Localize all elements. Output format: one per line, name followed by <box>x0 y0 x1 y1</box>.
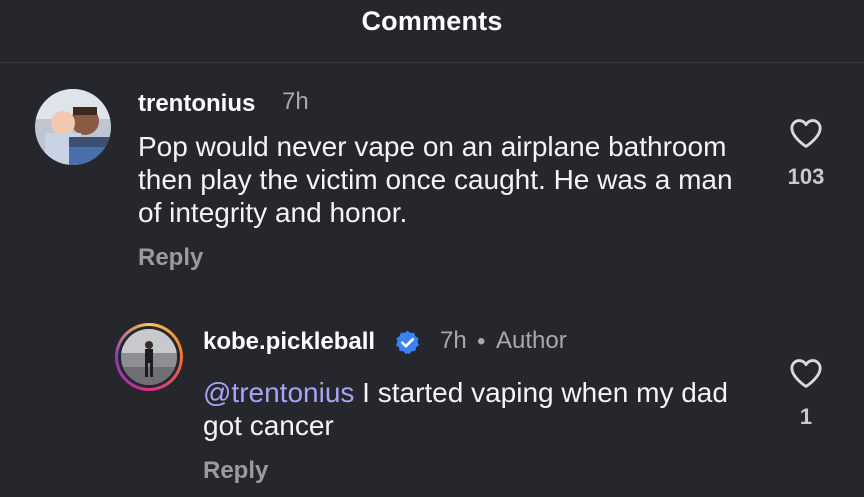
heart-outline-icon[interactable] <box>789 117 823 149</box>
comment-time: 7h <box>282 88 309 115</box>
avatar[interactable] <box>115 323 183 391</box>
avatar-photo-art <box>121 329 177 385</box>
avatar-photo <box>35 89 111 165</box>
heart-outline-icon[interactable] <box>789 357 823 389</box>
comment-username[interactable]: trentonius <box>138 90 255 118</box>
reply-button[interactable]: Reply <box>138 244 203 272</box>
comment-username[interactable]: kobe.pickleball <box>203 328 375 356</box>
comment-text: Pop would never vape on an airplane bath… <box>138 131 733 228</box>
comment-time: 7h <box>440 327 467 354</box>
separator-dot: • <box>477 328 486 355</box>
avatar[interactable] <box>35 89 111 165</box>
avatar-photo <box>121 329 177 385</box>
like-count: 103 <box>787 164 825 189</box>
mention-link[interactable]: @trentonius <box>203 377 354 408</box>
reply-button[interactable]: Reply <box>203 457 268 485</box>
like-count: 1 <box>799 404 813 429</box>
header-divider <box>0 62 864 63</box>
page-title: Comments <box>361 6 503 36</box>
avatar-inner <box>118 326 180 388</box>
verified-badge-icon <box>395 330 420 355</box>
author-label: Author <box>496 327 567 354</box>
comments-header: Comments <box>0 0 864 50</box>
comment-text: @trentonius I started vaping when my dad… <box>203 376 743 442</box>
